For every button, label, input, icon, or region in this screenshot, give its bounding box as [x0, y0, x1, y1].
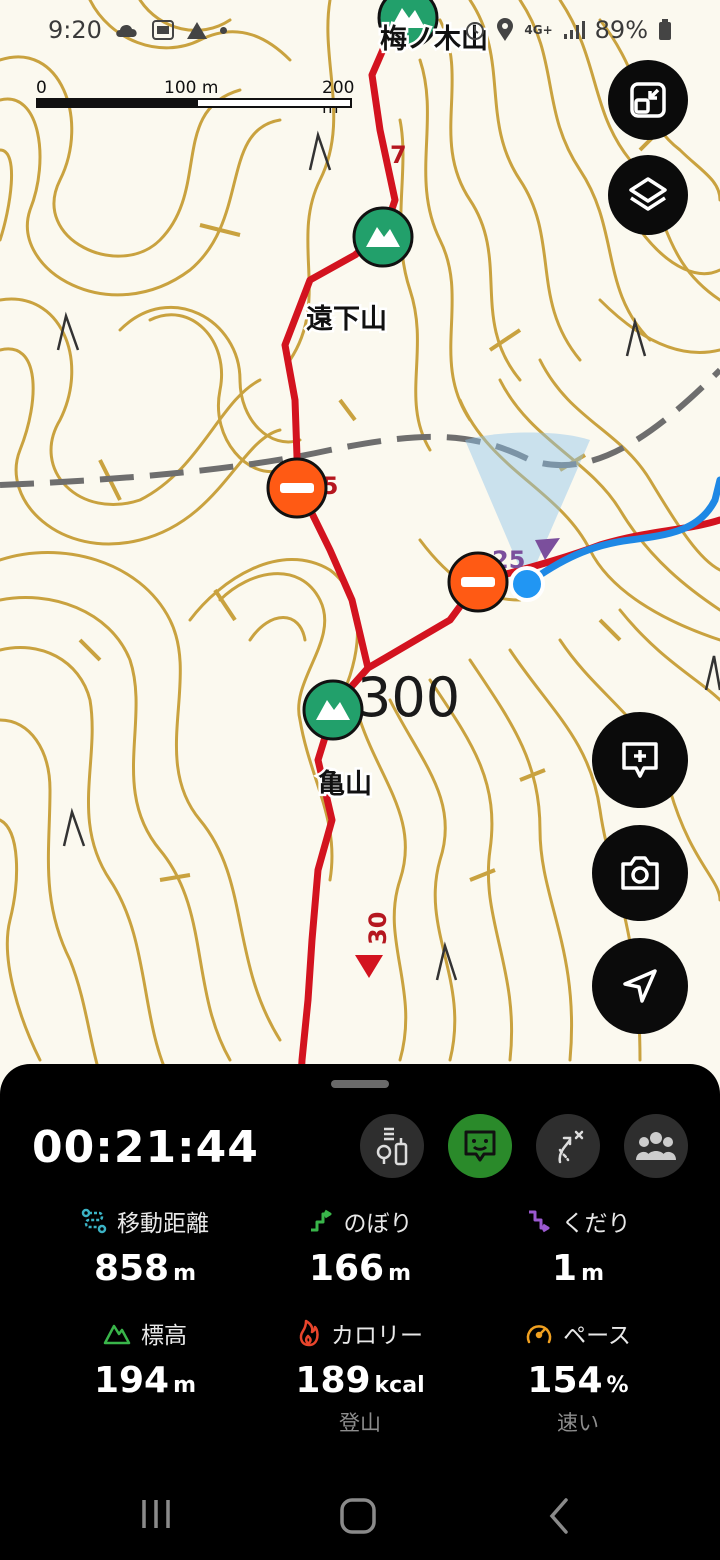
checkpoint-marker[interactable]	[447, 551, 509, 613]
activity-panel: 00:21:44 移動距離 858 m のぼり 166 m くだり 1m 標高 19…	[0, 1064, 720, 1560]
checkpoint-marker[interactable]	[266, 457, 328, 519]
route-marker-7: 7	[390, 141, 407, 169]
back-icon[interactable]	[544, 1496, 574, 1536]
recent-apps-icon[interactable]	[138, 1496, 174, 1532]
elapsed-time: 00:21:44	[32, 1122, 259, 1173]
stat-label: ペース	[563, 1323, 631, 1349]
peak-marker[interactable]	[302, 679, 364, 741]
distance-icon	[81, 1208, 107, 1234]
add-memo-button[interactable]	[592, 712, 688, 808]
scale-label-100: 100 m	[164, 78, 219, 98]
stat-value: 166	[308, 1248, 385, 1289]
contour-elevation-label: 300	[357, 666, 460, 729]
app-notification-icon	[151, 20, 174, 40]
stat-ascent: のぼり 166 m	[240, 1204, 480, 1289]
stat-calories: カロリー 189 kcal 登山	[240, 1316, 480, 1437]
stat-value: 189	[295, 1360, 371, 1401]
alarm-icon	[466, 22, 485, 40]
stat-sublabel: 登山	[339, 1411, 381, 1435]
layers-icon	[629, 177, 667, 211]
peak-label: 遠下山	[306, 304, 387, 335]
signal-tower-button[interactable]	[360, 1114, 424, 1178]
peak-marker[interactable]	[352, 206, 414, 268]
fullscreen-exit-icon	[630, 82, 666, 118]
camera-icon	[621, 856, 659, 890]
map-scale-bar: 0 100 m 200 m	[36, 78, 356, 118]
chat-face-icon	[464, 1130, 496, 1162]
camera-button[interactable]	[592, 825, 688, 921]
stat-unit: m	[581, 1261, 604, 1286]
my-location-button[interactable]	[592, 938, 688, 1034]
stat-descent: くだり 1m	[458, 1204, 698, 1289]
stat-distance: 移動距離 858 m	[25, 1204, 265, 1289]
stat-unit: kcal	[374, 1373, 425, 1398]
pace-icon	[526, 1325, 552, 1344]
stat-label: カロリー	[331, 1323, 423, 1349]
stat-label: くだり	[561, 1211, 631, 1237]
group-button[interactable]	[624, 1114, 688, 1178]
home-icon[interactable]	[338, 1496, 378, 1536]
map-canvas[interactable]: 7 15 25 30 300 梅ノ木山 遠下山 亀山	[0, 0, 720, 1100]
mountain-notification-icon	[186, 22, 207, 39]
stat-label: のぼり	[343, 1211, 413, 1237]
stat-elevation: 標高 194 m	[25, 1316, 265, 1401]
route-marker-30: 30	[364, 912, 392, 945]
scale-label-0: 0	[36, 78, 47, 98]
current-location-dot	[509, 566, 545, 602]
off-route-icon	[558, 1130, 584, 1164]
signal-tower-icon	[376, 1127, 408, 1166]
stat-value: 194	[93, 1360, 170, 1401]
ascent-icon	[310, 1209, 331, 1232]
calorie-icon	[299, 1319, 319, 1347]
descent-icon	[528, 1210, 549, 1233]
stat-value: 154	[527, 1360, 603, 1401]
peak-label: 亀山	[318, 769, 372, 800]
stat-value: 858	[93, 1248, 170, 1289]
stat-unit: %	[606, 1373, 629, 1398]
location-icon	[497, 18, 514, 41]
battery-percent: 89%	[594, 16, 648, 44]
status-bar: 9:20 4G+ 89%	[0, 0, 720, 60]
elevation-icon	[103, 1324, 131, 1345]
battery-icon	[659, 19, 671, 40]
group-icon	[636, 1132, 676, 1160]
system-navigation-bar	[0, 1484, 720, 1544]
cloud-icon	[116, 24, 137, 37]
map-layers-button[interactable]	[608, 155, 688, 235]
add-comment-icon	[622, 742, 658, 778]
navigation-arrow-icon	[623, 969, 657, 1003]
chat-face-button[interactable]	[448, 1114, 512, 1178]
stat-unit: m	[173, 1261, 197, 1286]
fullscreen-toggle-button[interactable]	[608, 60, 688, 140]
stat-value: 1	[552, 1248, 578, 1289]
status-time: 9:20	[48, 16, 102, 44]
signal-icon	[563, 21, 585, 39]
off-route-alert-button[interactable]	[536, 1114, 600, 1178]
stat-pace: ペース 154% 速い	[458, 1316, 698, 1437]
stat-sublabel: 速い	[557, 1411, 599, 1435]
stat-label: 標高	[141, 1323, 187, 1349]
stat-unit: m	[388, 1261, 412, 1286]
network-type: 4G+	[524, 23, 553, 37]
stat-unit: m	[173, 1373, 197, 1398]
stat-label: 移動距離	[117, 1211, 209, 1237]
notification-dot-icon	[219, 26, 227, 34]
panel-drag-handle[interactable]	[331, 1080, 389, 1088]
